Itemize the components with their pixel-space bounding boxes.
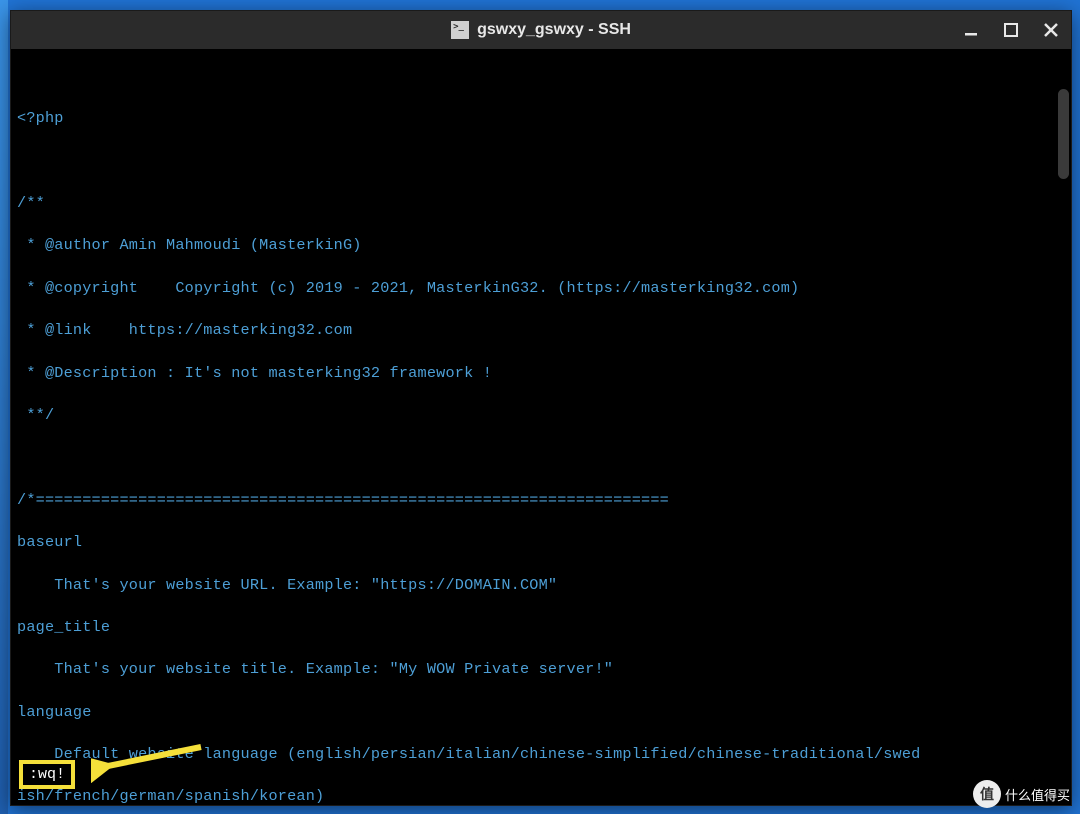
code-content: <?php /** * @author Amin Mahmoudi (Maste… [17, 87, 1069, 805]
code-line: baseurl [17, 532, 1069, 553]
scrollbar-thumb[interactable] [1058, 89, 1069, 179]
terminal-window: gswxy_gswxy - SSH <?php /** * @author Am… [10, 10, 1072, 806]
code-line: * @link https://masterking32.com [17, 320, 1069, 341]
watermark: 值 什么值得买 [973, 780, 1070, 808]
code-line: * @author Amin Mahmoudi (MasterkinG) [17, 235, 1069, 256]
code-line: /** [17, 193, 1069, 214]
vim-command-text: :wq! [29, 766, 65, 783]
terminal-icon [451, 21, 469, 39]
window-title-text: gswxy_gswxy - SSH [477, 21, 631, 39]
window-titlebar[interactable]: gswxy_gswxy - SSH [11, 11, 1071, 49]
code-line: page_title [17, 617, 1069, 638]
watermark-text: 什么值得买 [1005, 785, 1070, 804]
desktop-left-edge [0, 0, 8, 814]
code-line: ish/french/german/spanish/korean) [17, 786, 1069, 805]
window-controls [959, 11, 1063, 49]
vim-command-highlight: :wq! [19, 760, 75, 789]
maximize-button[interactable] [999, 18, 1023, 42]
code-line [17, 151, 1069, 172]
code-line: <?php [17, 108, 1069, 129]
code-line: language [17, 702, 1069, 723]
watermark-badge-icon: 值 [973, 780, 1001, 808]
code-line: Default website language (english/persia… [17, 744, 1069, 765]
terminal-viewport[interactable]: <?php /** * @author Amin Mahmoudi (Maste… [11, 49, 1071, 805]
code-line [17, 447, 1069, 468]
code-line: **/ [17, 405, 1069, 426]
code-line: That's your website title. Example: "My … [17, 659, 1069, 680]
code-line: * @Description : It's not masterking32 f… [17, 363, 1069, 384]
window-title-group: gswxy_gswxy - SSH [451, 21, 631, 39]
minimize-button[interactable] [959, 18, 983, 42]
close-button[interactable] [1039, 18, 1063, 42]
code-line: * @copyright Copyright (c) 2019 - 2021, … [17, 278, 1069, 299]
code-line: That's your website URL. Example: "https… [17, 575, 1069, 596]
code-line: /*======================================… [17, 490, 1069, 511]
